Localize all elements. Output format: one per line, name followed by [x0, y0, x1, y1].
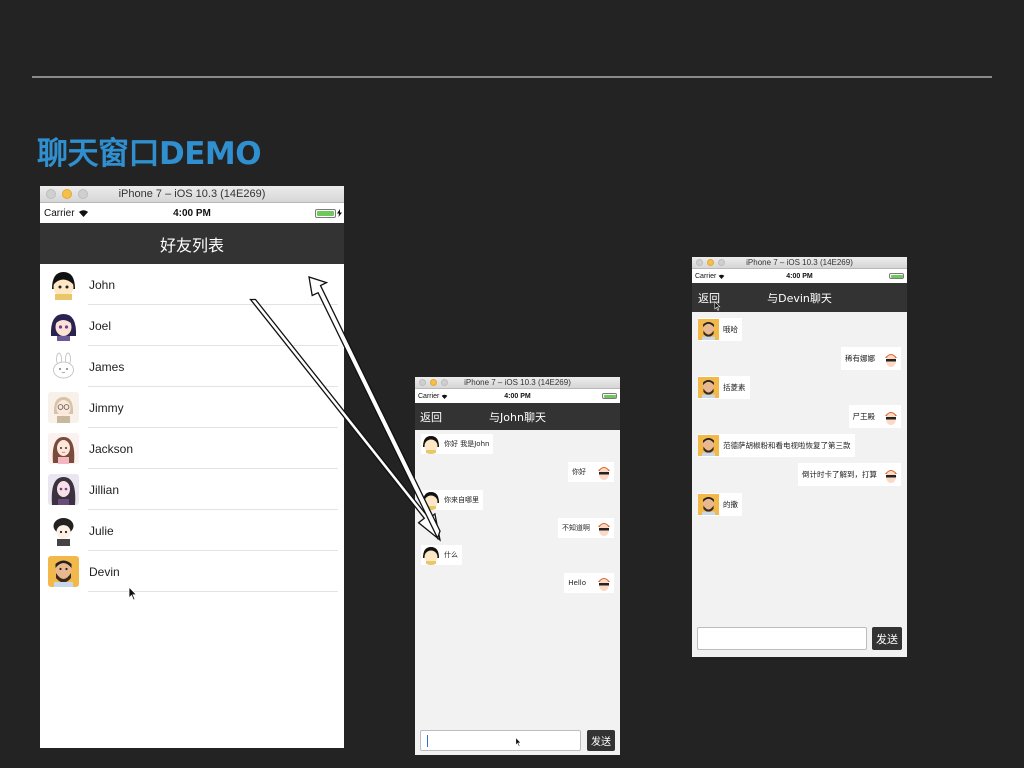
flow-arrows	[249, 276, 441, 542]
arrow-up-left-icon	[308, 276, 441, 540]
